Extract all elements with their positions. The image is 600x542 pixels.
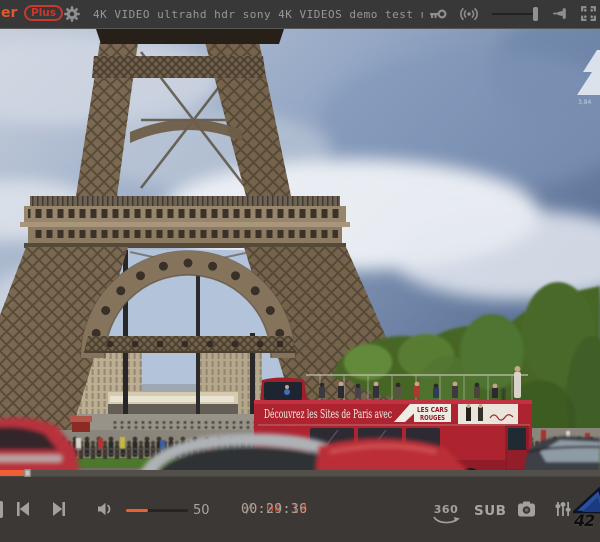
seek-handle[interactable] [24, 469, 31, 477]
broadcast-icon[interactable] [459, 5, 477, 23]
view-360-button[interactable]: 360 [431, 498, 461, 522]
video-scene: Découvrez les Sites de Paris avec LES CA… [0, 29, 600, 477]
pause-icon-partial[interactable] [0, 501, 3, 518]
seek-bar[interactable] [0, 470, 600, 476]
fullscreen-icon[interactable] [580, 5, 598, 23]
time-total: 00:29:36 [241, 502, 308, 517]
plus-badge: Plus [24, 5, 63, 21]
app-logo: er [1, 5, 17, 21]
video-player-window: { "titlebar": { "logo_text": "er", "logo… [0, 0, 600, 541]
watermark-caption: 3,84 [578, 99, 592, 106]
view-360-label: 360 [434, 503, 458, 516]
video-frame[interactable]: Découvrez les Sites de Paris avec LES CA… [0, 29, 600, 477]
titlebar-slider-handle[interactable] [533, 7, 538, 21]
corner-logo: 42 [573, 485, 600, 537]
title-bar[interactable]: er Plus 4K VIDEO ultrahd hdr sony 4K VID… [0, 0, 600, 29]
pin-icon[interactable] [552, 5, 570, 23]
key-icon[interactable] [429, 7, 447, 25]
titlebar-slider-track[interactable] [492, 13, 538, 15]
seek-bar-fill [0, 470, 25, 476]
window-title: 4K VIDEO ultrahd hdr sony 4K VIDEOS demo… [93, 8, 423, 21]
gear-icon[interactable] [63, 5, 81, 23]
volume-slider[interactable] [126, 509, 188, 512]
bus-brand-line2: ROUGES [420, 414, 445, 422]
bus-brand-line1: LES CARS [417, 406, 448, 414]
volume-value: 50 [193, 503, 210, 518]
control-bar: 50 00:04:19/00:29:36 360 SUB 42 [0, 476, 600, 542]
subtitles-button[interactable]: SUB [474, 503, 506, 519]
bus-slogan-text: Découvrez les Sites de Paris avec [264, 407, 392, 421]
volume-slider-fill [126, 509, 148, 512]
corner-logo-text: 42 [574, 511, 594, 530]
